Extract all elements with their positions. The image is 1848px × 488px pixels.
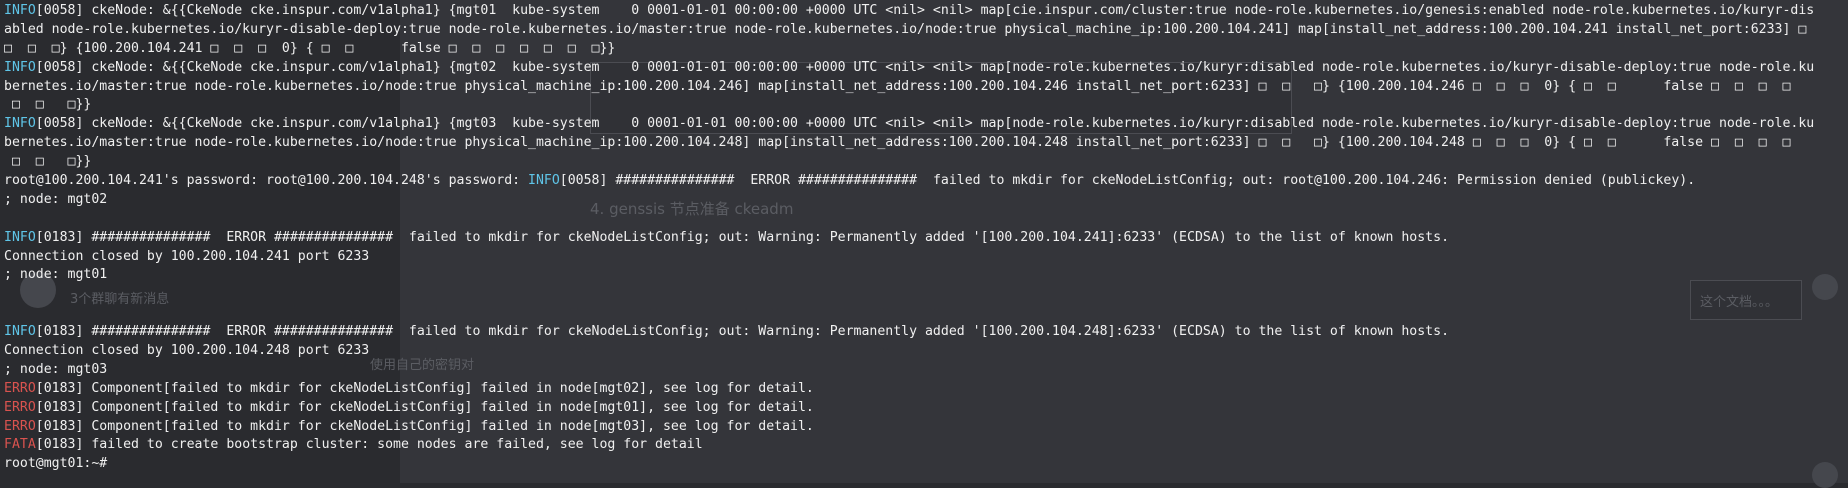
log-text: [0058] ckeNode: &{{CkeNode cke.inspur.co…: [35, 116, 1815, 132]
terminal-line: FATA[0183] failed to create bootstrap cl…: [4, 436, 1844, 455]
log-text: [0058] ckeNode: &{{CkeNode cke.inspur.co…: [35, 3, 1815, 18]
terminal-line: root@100.200.104.241's password: root@10…: [4, 172, 1844, 191]
log-level-tag: INFO: [4, 324, 36, 340]
log-text: [0183] failed to create bootstrap cluste…: [35, 437, 703, 453]
terminal-line: ; node: mgt03: [4, 361, 1844, 380]
terminal-line: INFO[0183] ############### ERROR #######…: [4, 229, 1844, 248]
terminal-line: bernetes.io/master:true node-role.kubern…: [4, 134, 1844, 153]
log-level-tag: ERRO: [4, 418, 36, 434]
log-level-tag: INFO: [4, 3, 36, 18]
terminal-line: □ □ □}}: [4, 96, 1844, 115]
terminal-line: bernetes.io/master:true node-role.kubern…: [4, 78, 1844, 97]
log-text: [0183] ############### ERROR ###########…: [35, 229, 1450, 245]
log-level-tag: INFO: [528, 173, 560, 189]
terminal-line: ERRO[0183] Component[failed to mkdir for…: [4, 399, 1844, 418]
log-level-tag: INFO: [4, 59, 36, 75]
terminal-line: abled node-role.kubernetes.io/kuryr-disa…: [4, 21, 1844, 40]
terminal-line: root@mgt01:~#: [4, 455, 1844, 474]
terminal-line: ERRO[0183] Component[failed to mkdir for…: [4, 380, 1844, 399]
log-text: bernetes.io/master:true node-role.kubern…: [4, 135, 1791, 151]
log-text: Connection closed by 100.200.104.248 por…: [4, 343, 370, 359]
terminal-line: ; node: mgt01: [4, 266, 1844, 285]
terminal-line: INFO[0058] ckeNode: &{{CkeNode cke.inspu…: [4, 59, 1844, 78]
log-text: [0183] Component[failed to mkdir for cke…: [35, 418, 814, 434]
terminal-line: Connection closed by 100.200.104.248 por…: [4, 342, 1844, 361]
log-level-tag: FATA: [4, 437, 36, 453]
log-text: □ □ □} {100.200.104.241 □ □ □ 0} { □ □ f…: [4, 40, 616, 56]
log-text: [0183] ############### ERROR ###########…: [35, 324, 1450, 340]
log-text: □ □ □}}: [4, 154, 92, 170]
terminal-line: INFO[0058] ckeNode: &{{CkeNode cke.inspu…: [4, 2, 1844, 21]
log-text: ; node: mgt02: [4, 191, 108, 207]
log-text: bernetes.io/master:true node-role.kubern…: [4, 78, 1791, 94]
log-text: abled node-role.kubernetes.io/kuryr-disa…: [4, 21, 1807, 37]
terminal-line: INFO[0058] ckeNode: &{{CkeNode cke.inspu…: [4, 115, 1844, 134]
log-text: [0183] Component[failed to mkdir for cke…: [35, 399, 814, 415]
terminal-line: INFO[0183] ############### ERROR #######…: [4, 323, 1844, 342]
terminal-line: ERRO[0183] Component[failed to mkdir for…: [4, 418, 1844, 437]
log-level-tag: ERRO: [4, 380, 36, 396]
log-text: ; node: mgt03: [4, 361, 108, 377]
log-text: [0058] ckeNode: &{{CkeNode cke.inspur.co…: [35, 59, 1815, 75]
log-text: Connection closed by 100.200.104.241 por…: [4, 248, 370, 264]
log-text: □ □ □}}: [4, 97, 92, 113]
terminal-line: □ □ □} {100.200.104.241 □ □ □ 0} { □ □ f…: [4, 40, 1844, 59]
log-level-tag: INFO: [4, 229, 36, 245]
log-level-tag: ERRO: [4, 399, 36, 415]
log-level-tag: INFO: [4, 116, 36, 132]
log-text: ; node: mgt01: [4, 267, 108, 283]
log-text: [0183] Component[failed to mkdir for cke…: [35, 380, 814, 396]
log-text: root@mgt01:~#: [4, 456, 108, 472]
terminal-output[interactable]: INFO[0058] ckeNode: &{{CkeNode cke.inspu…: [4, 2, 1844, 474]
log-text: root@100.200.104.241's password: root@10…: [4, 173, 529, 189]
terminal-line: □ □ □}}: [4, 153, 1844, 172]
terminal-line: Connection closed by 100.200.104.241 por…: [4, 248, 1844, 267]
log-text: [0058] ############### ERROR ###########…: [559, 173, 1696, 189]
terminal-line: ; node: mgt02: [4, 191, 1844, 210]
